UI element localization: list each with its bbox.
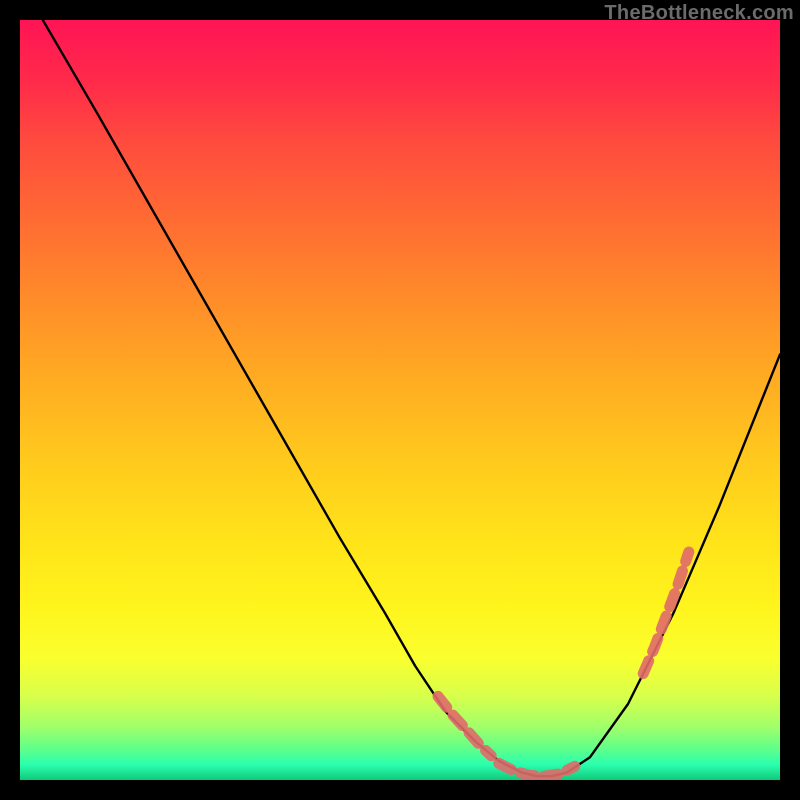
- highlight-bottom: [499, 763, 575, 776]
- chart-frame: TheBottleneck.com: [0, 0, 800, 800]
- highlight-right: [643, 552, 689, 674]
- main-curve: [43, 20, 780, 776]
- highlight-left: [438, 696, 491, 755]
- curve-svg: [20, 20, 780, 780]
- plot-area: [20, 20, 780, 780]
